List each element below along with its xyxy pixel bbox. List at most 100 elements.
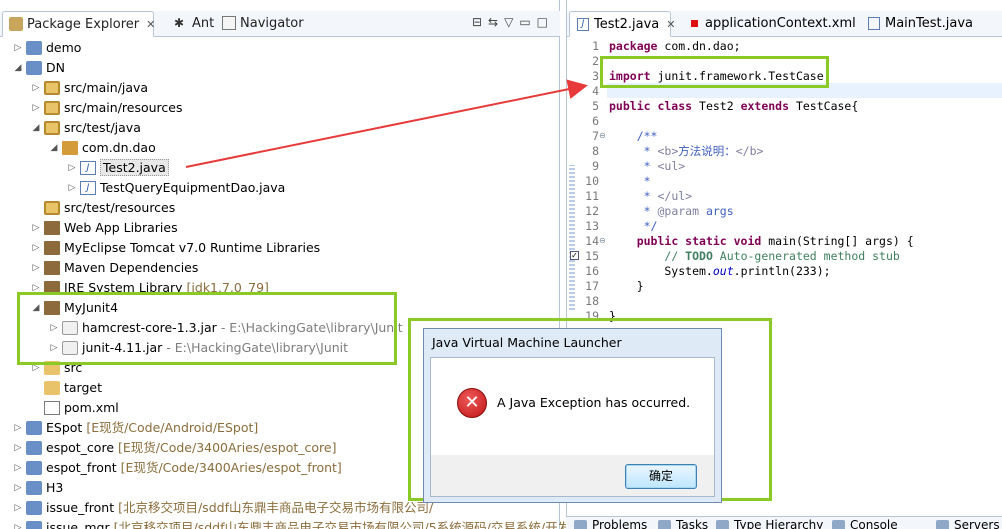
code-line[interactable]: public static void main(String[] args) { [609,234,914,249]
collapsed-twisty-icon[interactable]: ▷ [30,218,42,238]
line-number: 8 [592,144,599,158]
tree-item-label: H3 [46,480,64,495]
collapsed-twisty-icon[interactable]: ▷ [12,458,24,478]
collapsed-twisty-icon[interactable]: ▷ [66,178,78,198]
tree-item[interactable]: ▷ src/main/java [30,78,148,98]
expanded-twisty-icon[interactable]: ◢ [30,118,42,138]
code-line[interactable]: * </ul> [609,189,692,204]
code-line[interactable]: // TODO Auto-generated method stub [609,249,899,264]
project-icon [26,441,42,455]
bottom-tab[interactable]: Tasks [654,518,708,529]
view-menu-icon[interactable]: ▽ [504,15,519,29]
collapsed-twisty-icon[interactable]: ▷ [12,418,24,438]
tree-item[interactable]: ▷ H3 [12,478,63,498]
code-line[interactable]: public class Test2 extends TestCase{ [609,99,858,114]
collapse-all-icon[interactable]: ⊟ [472,15,488,29]
code-line[interactable]: /** [609,129,658,144]
expanded-twisty-icon[interactable]: ◢ [12,58,24,78]
tree-item[interactable]: ▷ espot_core [E现货/Code/3400Aries/espot_co… [12,438,336,458]
editor-tab-test2[interactable]: J Test2.java ✕ [569,11,675,37]
tree-item[interactable]: ◢ src/test/java [30,118,141,138]
minimize-icon[interactable]: ▭ [519,15,536,29]
line-number: 5 [592,99,599,113]
task-marker-icon[interactable]: ✓ [570,251,579,260]
tree-item[interactable]: ▷ espot_front [E现货/Code/3400Aries/espot_f… [12,458,342,478]
code-line[interactable]: } [609,279,644,294]
editor-tab-applicationcontext[interactable]: applicationContext.xml [681,11,857,37]
link-with-editor-icon[interactable]: ⇆ [488,15,504,29]
package-explorer-tabbar: Package Explorer ✕ ✱ Ant Navigator ⊟⇆▽▭□ [0,11,560,37]
code-line[interactable]: package com.dn.dao; [609,39,741,54]
tree-item[interactable]: ▷ Maven Dependencies [30,258,198,278]
tree-item[interactable]: ▷ ESpot [E现货/Code/Android/ESpot] [12,418,258,438]
code-line[interactable]: * <b>方法说明：</b> [609,144,764,159]
code-line[interactable]: * @param args [609,204,734,219]
close-icon[interactable]: ✕ [146,18,155,31]
ant-icon: ✱ [174,16,185,30]
tree-item-label: Maven Dependencies [64,260,199,275]
tree-item[interactable]: target [30,378,102,398]
bottom-tab[interactable]: Servers [932,518,1000,529]
fold-toggle-icon[interactable]: ⊖ [599,236,606,245]
tree-item[interactable]: ◢ DN [12,58,65,78]
code-line[interactable]: System.out.println(233); [609,264,830,279]
line-number: 11 [585,189,599,203]
bottom-tab-label: Type Hierarchy [734,518,824,529]
bottom-tab[interactable]: Type Hierarchy [712,518,823,529]
line-number: 6 [592,114,599,128]
tree-item-label: target [64,380,103,395]
tree-item[interactable]: ▷ J Test2.java [66,158,169,178]
ok-button[interactable]: 确定 [625,464,697,489]
bottom-tab[interactable]: Console [828,518,898,529]
code-line[interactable]: */ [609,219,658,234]
code-line[interactable]: * <ul> [609,159,686,174]
java-file-icon: J [577,18,589,31]
tab-label: applicationContext.xml [705,16,856,31]
tab-label: Ant [192,16,215,31]
dialog-client: ✕ A Java Exception has occurred. 确定 [430,357,715,497]
line-number: 9 [592,159,599,173]
editor-tab-maintest[interactable]: MainTest.java [861,11,991,37]
code-line[interactable]: * [609,174,651,189]
tree-item[interactable]: ▷ MyEclipse Tomcat v7.0 Runtime Libraries [30,238,320,258]
package-explorer-icon [9,17,23,31]
tree-item[interactable]: ◢ com.dn.dao [48,138,156,158]
tab-label: Package Explorer [27,17,140,32]
collapsed-twisty-icon[interactable]: ▷ [30,98,42,118]
tree-item[interactable]: ▷ issue_mgr [北京移交项目/sddf山东鼎丰商品电子交易市场有限公司/… [12,518,583,529]
collapsed-twisty-icon[interactable]: ▷ [12,438,24,458]
tree-item[interactable]: ▷ Web App Libraries [30,218,178,238]
folder-icon [44,381,60,395]
collapsed-twisty-icon[interactable]: ▷ [30,258,42,278]
expanded-twisty-icon[interactable]: ◢ [48,138,60,158]
tree-item[interactable]: ▷ src/main/resources [30,98,182,118]
view-icon [832,520,845,529]
maximize-icon[interactable]: □ [537,15,554,29]
tab-navigator[interactable]: Navigator [216,11,306,37]
collapsed-twisty-icon[interactable]: ▷ [66,158,78,178]
change-ruler [569,165,575,310]
view-toolbar: ⊟⇆▽▭□ [472,15,554,33]
tree-item[interactable]: ▷ demo [12,38,81,58]
collapsed-twisty-icon[interactable]: ▷ [30,238,42,258]
tree-item[interactable]: src/test/resources [30,198,175,218]
library-icon [44,241,60,255]
tree-item-label: demo [46,40,82,55]
collapsed-twisty-icon[interactable]: ▷ [30,78,42,98]
java-file-icon: J [80,181,96,195]
collapsed-twisty-icon[interactable]: ▷ [12,478,24,498]
collapsed-twisty-icon[interactable]: ▷ [12,498,24,518]
tab-package-explorer[interactable]: Package Explorer ✕ [2,11,155,37]
tree-item-label: Web App Libraries [64,220,178,235]
tree-item[interactable]: ▷ issue_front [北京移交项目/sddf山东鼎丰商品电子交易市场有限公… [12,498,433,518]
collapsed-twisty-icon[interactable]: ▷ [12,38,24,58]
tab-ant[interactable]: ✱ Ant [168,11,220,37]
line-number: 18 [585,294,599,308]
bottom-tab[interactable]: Problems [570,518,647,529]
tree-item[interactable]: ▷ J TestQueryEquipmentDao.java [66,178,285,198]
close-icon[interactable]: ✕ [666,18,675,31]
tree-item[interactable]: pom.xml [30,398,119,418]
fold-toggle-icon[interactable]: ⊖ [599,131,606,140]
line-number: 4 [592,84,599,98]
collapsed-twisty-icon[interactable]: ▷ [12,518,24,529]
